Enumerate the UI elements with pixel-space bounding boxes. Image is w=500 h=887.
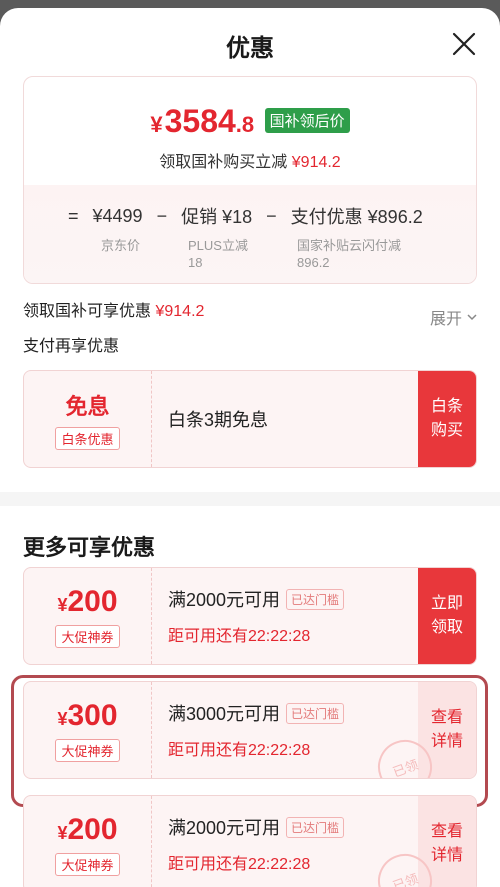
expand-button[interactable]: 展开 [430,305,478,329]
promo-label: PLUS立减 [188,238,248,253]
baitiao-title: 免息 [65,393,110,419]
price-subtitle: 领取国补购买立减 ¥914.2 [159,154,341,171]
coupon-badge: 大促神券 [55,852,120,876]
price-breakdown: = ¥4499 − 促销 ¥18 − 支付优惠 ¥896.2 京东价 PLUS立… [24,185,476,283]
coupon-condition: 满2000元可用 已达门槛 [168,586,418,612]
price-formula: = ¥4499 − 促销 ¥18 − 支付优惠 ¥896.2 [24,203,476,229]
selection-highlight [11,675,488,807]
price-summary: ¥3584.8 国补领后价 领取国补购买立减 ¥914.2 [24,77,476,185]
chevron-down-icon [467,314,477,321]
threshold-reached-tag: 已达门槛 [286,816,345,838]
final-price: ¥3584.8 [150,103,255,139]
coupon-amount: ¥200 [57,812,118,846]
coupon-condition: 满2000元可用 已达门槛 [168,814,418,840]
coupon-card: ¥200 大促神券 满2000元可用 已达门槛 距可用还有22:22:28 查看详… [23,795,477,887]
close-icon[interactable] [450,30,478,58]
jd-price-value: ¥4499 [92,205,143,226]
baitiao-desc: 白条3期免息 [168,410,269,430]
pay-more-title: 支付再享优惠 [23,338,120,355]
sheet-title: 优惠 [226,35,274,62]
coupon-card: ¥200 大促神券 满2000元可用 已达门槛 距可用还有22:22:28 立即领… [23,567,477,665]
baitiao-coupon: 免息 白条优惠 白条3期免息 白条 购买 [23,370,477,468]
pay-discount-value: 支付优惠 ¥896.2 [290,207,423,227]
coupon-amount: ¥200 [57,584,118,618]
price-formula-labels: 京东价 PLUS立减 18 国家补贴云闪付减 896.2 [101,238,402,270]
baitiao-badge: 白条优惠 [55,426,120,450]
discount-sheet: 优惠 ¥3584.8 国补领后价 领取国补购买立减 ¥914.2 = ¥4499… [0,8,500,887]
subsidy-row: 领取国补可享优惠 ¥914.2 [23,303,205,320]
pay-discount-label: 国家补贴云闪付减 [297,238,402,253]
sheet-header: 优惠 [0,8,500,74]
coupon-timer: 距可用还有22:22:28 [168,628,311,645]
coupon-badge: 大促神券 [55,624,120,648]
price-card: ¥3584.8 国补领后价 领取国补购买立减 ¥914.2 = ¥4499 − … [23,76,477,284]
promo-value: 促销 ¥18 [181,207,253,227]
threshold-reached-tag: 已达门槛 [286,588,345,610]
more-discounts-title: 更多可享优惠 [23,535,156,560]
section-divider [0,492,500,506]
subsidy-price-tag: 国补领后价 [264,108,350,133]
baitiao-buy-button[interactable]: 白条 购买 [418,371,476,467]
jd-price-label: 京东价 [101,238,141,253]
claim-coupon-button[interactable]: 立即 领取 [418,568,476,664]
